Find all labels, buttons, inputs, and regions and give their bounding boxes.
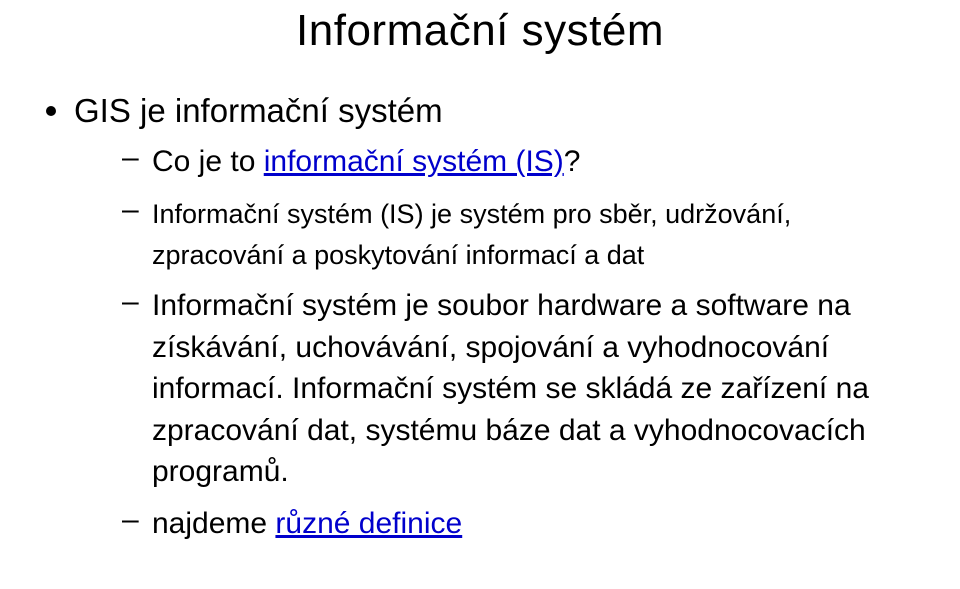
slide-content: GIS je informační systém Co je to inform… [30, 90, 930, 542]
link-ruzne-definice[interactable]: různé definice [275, 507, 462, 540]
text-fragment: ? [564, 145, 581, 178]
text-fragment: najdeme [152, 507, 275, 540]
bullet-list-level1: GIS je informační systém Co je to inform… [40, 90, 930, 542]
list-item: GIS je informační systém Co je to inform… [40, 90, 930, 542]
bullet-text: GIS je informační systém [74, 92, 443, 129]
title-wrap: Informační systém [30, 0, 930, 56]
list-item: najdeme různé definice [74, 501, 930, 543]
list-item: Informační systém (IS) je systém pro sbě… [74, 191, 930, 274]
bullet-text: Informační systém (IS) je systém pro sbě… [152, 199, 791, 270]
text-fragment: Co je to [152, 145, 264, 178]
slide-title: Informační systém [296, 6, 664, 55]
bullet-list-level2: Co je to informační systém (IS)? Informa… [74, 139, 930, 542]
list-item: Co je to informační systém (IS)? [74, 139, 930, 181]
list-item: Informační systém je soubor hardware a s… [74, 283, 930, 491]
bullet-text: Informační systém je soubor hardware a s… [152, 289, 869, 488]
link-informacni-system[interactable]: informační systém (IS) [264, 145, 564, 178]
slide: Informační systém GIS je informační syst… [0, 0, 960, 589]
bullet-text: Co je to informační systém (IS)? [152, 145, 580, 178]
bullet-text: najdeme různé definice [152, 507, 462, 540]
